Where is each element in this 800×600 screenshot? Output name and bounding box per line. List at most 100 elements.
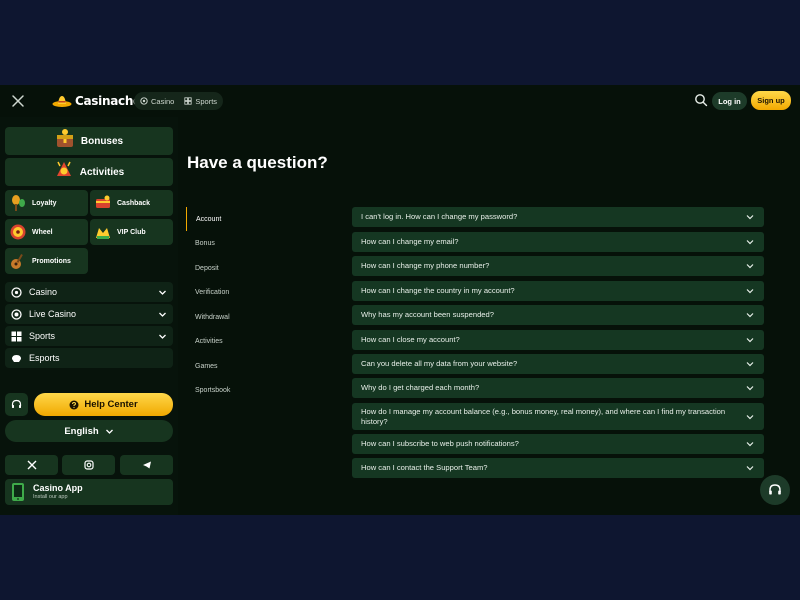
loyalty-label: Loyalty — [32, 199, 57, 207]
language-selector[interactable]: English — [5, 420, 173, 442]
signup-button[interactable]: Sign up — [751, 91, 791, 110]
chevron-down-icon — [746, 240, 754, 245]
sidebar-item-label: Live Casino — [29, 309, 77, 319]
maracas-icon — [12, 195, 25, 211]
tab-bonus[interactable]: Bonus — [186, 231, 326, 255]
faq-item[interactable]: Why has my account been suspended? — [352, 305, 764, 325]
sports-icon — [184, 97, 192, 105]
guitar-icon — [11, 254, 23, 269]
faq-item[interactable]: How can I change the country in my accou… — [352, 281, 764, 301]
question-icon — [69, 400, 79, 409]
chevron-down-icon — [746, 338, 754, 343]
telegram-link[interactable] — [120, 455, 173, 475]
faq-question: How can I contact the Support Team? — [361, 463, 488, 473]
page-title: Have a question? — [187, 153, 328, 172]
promotions-card[interactable]: Promotions — [5, 248, 88, 274]
tab-sportsbook[interactable]: Sportsbook — [186, 378, 326, 402]
search-icon[interactable] — [694, 93, 708, 107]
nav-sports-label: Sports — [195, 96, 218, 106]
sombrero-icon — [52, 96, 72, 107]
wheel-icon — [10, 224, 26, 240]
chevron-down-icon — [746, 442, 754, 447]
faq-question: How can I change my phone number? — [361, 261, 490, 271]
chevron-down-icon — [746, 313, 754, 318]
faq-item[interactable]: How can I subscribe to web push notifica… — [352, 434, 764, 454]
sidebar-item-label: Sports — [29, 331, 56, 341]
casino-app-title: Casino App — [33, 483, 83, 493]
wheel-card[interactable]: Wheel — [5, 219, 88, 245]
brand-logo[interactable]: Casinacho — [52, 91, 141, 111]
bonuses-card[interactable]: Bonuses — [5, 127, 173, 155]
faq-item[interactable]: How do I manage my account balance (e.g.… — [352, 403, 764, 430]
chevron-down-icon — [746, 414, 754, 419]
close-icon[interactable] — [10, 93, 26, 109]
faq-question: How can I change the country in my accou… — [361, 286, 515, 296]
tab-deposit[interactable]: Deposit — [186, 256, 326, 280]
treasure-chest-icon — [56, 129, 73, 147]
sports-icon — [11, 331, 22, 341]
tab-games[interactable]: Games — [186, 354, 326, 378]
chevron-down-icon — [159, 334, 166, 339]
casino-app-subtitle: Install our app — [33, 494, 68, 500]
live-casino-icon — [11, 308, 22, 320]
vip-icon — [96, 228, 110, 239]
telegram-icon — [142, 461, 151, 469]
faq-item[interactable]: How can I contact the Support Team? — [352, 458, 764, 478]
nav-casino[interactable]: Casino — [140, 97, 174, 106]
tab-account[interactable]: Account — [186, 207, 326, 231]
casino-app-card[interactable]: Casino App Install our app — [5, 479, 173, 505]
help-center-button[interactable]: Help Center — [34, 393, 173, 416]
chevron-down-icon — [746, 386, 754, 391]
chevron-down-icon — [746, 466, 754, 471]
nav-sports[interactable]: Sports — [184, 97, 217, 106]
faq-question: Can you delete all my data from your web… — [361, 359, 518, 369]
top-nav: Casino Sports — [134, 92, 224, 110]
chevron-down-icon — [105, 429, 113, 434]
faq-item[interactable]: How can I change my email? — [352, 232, 764, 252]
activities-card[interactable]: Activities — [5, 158, 173, 186]
support-chat-button[interactable] — [5, 393, 28, 416]
tab-verification[interactable]: Verification — [186, 280, 326, 304]
tab-activities[interactable]: Activities — [186, 329, 326, 353]
tab-withdrawal[interactable]: Withdrawal — [186, 305, 326, 329]
sidebar: Bonuses Activities Loyalty Cashback Whee… — [0, 117, 178, 515]
chevron-down-icon — [746, 215, 754, 220]
login-button[interactable]: Log in — [712, 92, 747, 110]
cashback-card[interactable]: Cashback — [90, 190, 173, 216]
sidebar-item-label: Esports — [29, 353, 60, 363]
cashback-icon — [96, 195, 110, 208]
headset-icon — [11, 399, 22, 408]
casino-chip-icon — [11, 286, 22, 298]
chevron-down-icon — [746, 264, 754, 269]
faq-question: How can I subscribe to web push notifica… — [361, 439, 519, 449]
faq-item[interactable]: I can't log in. How can I change my pass… — [352, 207, 764, 227]
nav-casino-label: Casino — [151, 96, 175, 106]
faq-item[interactable]: How can I change my phone number? — [352, 256, 764, 276]
floating-support-button[interactable] — [760, 475, 790, 505]
cashback-label: Cashback — [117, 199, 151, 207]
app-window: Casinacho Casino Sports Log in Sign up B… — [0, 85, 800, 515]
faq-item[interactable]: How can I close my account? — [352, 330, 764, 350]
vip-club-card[interactable]: VIP Club — [90, 219, 173, 245]
sidebar-item-sports[interactable]: Sports — [5, 326, 173, 346]
x-icon — [27, 460, 36, 470]
faq-question: How can I change my email? — [361, 237, 459, 247]
sidebar-item-esports[interactable]: Esports — [5, 348, 173, 368]
faq-item[interactable]: Why do I get charged each month? — [352, 378, 764, 398]
faq-question: I can't log in. How can I change my pass… — [361, 212, 518, 222]
sidebar-item-live-casino[interactable]: Live Casino — [5, 304, 173, 324]
wheel-label: Wheel — [32, 228, 53, 236]
faq-item[interactable]: Can you delete all my data from your web… — [352, 354, 764, 374]
activities-label: Activities — [79, 166, 125, 178]
faq-question: Why has my account been suspended? — [361, 310, 494, 320]
language-label: English — [64, 425, 99, 437]
instagram-link[interactable] — [62, 455, 115, 475]
faq-question: Why do I get charged each month? — [361, 383, 480, 393]
phone-icon — [12, 483, 24, 501]
bonuses-label: Bonuses — [80, 135, 124, 147]
x-link[interactable] — [5, 455, 58, 475]
loyalty-card[interactable]: Loyalty — [5, 190, 88, 216]
esports-icon — [12, 354, 21, 362]
sidebar-item-casino[interactable]: Casino — [5, 282, 173, 302]
casino-chip-icon — [140, 97, 148, 105]
